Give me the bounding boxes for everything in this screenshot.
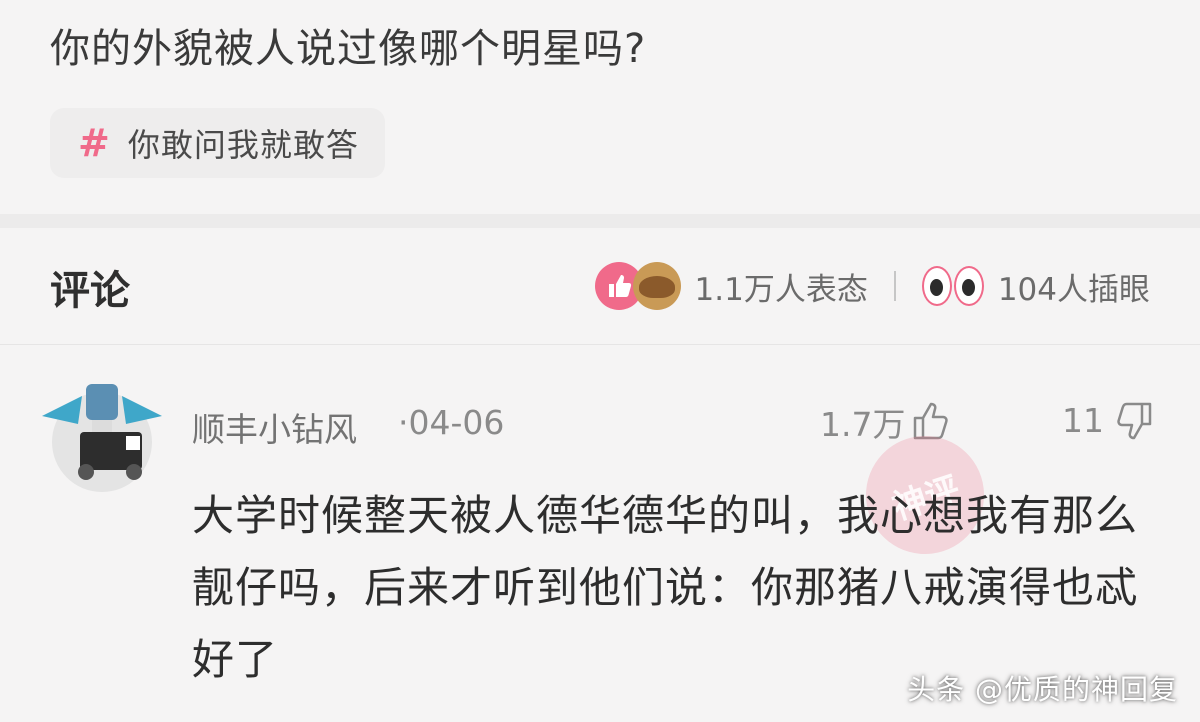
comment-text: 大学时候整天被人德华德华的叫，我心想我有那么靓仔吗，后来才听到他们说：你那猪八戒… <box>192 491 1139 684</box>
peek-count: 104人插眼 <box>997 271 1150 308</box>
eyes-icon <box>921 266 986 306</box>
thumbs-down-outline-icon <box>1117 402 1152 440</box>
section-divider-band <box>0 214 1200 228</box>
dislike-count: 11 <box>1062 400 1104 440</box>
reactions-count: 1.1万人表态 <box>694 271 868 308</box>
topic-tag-label: 你敢问我就敢答 <box>127 126 359 164</box>
comment-username[interactable]: 顺丰小钻风 <box>192 403 357 451</box>
comment-date: ·04-06 <box>398 403 505 442</box>
watermark: 头条 @优质的神回复 <box>907 673 1178 706</box>
hashtag-icon: # <box>78 121 110 165</box>
stats-separator <box>893 271 896 301</box>
topic-tag[interactable]: # 你敢问我就敢答 <box>50 108 385 178</box>
question-title: 你的外貌被人说过像哪个明星吗? <box>50 26 647 72</box>
comments-title: 评论 <box>50 268 130 314</box>
dislike-button[interactable]: 11 <box>1062 398 1156 442</box>
reaction-stats[interactable]: 1.1万人表态 104人插眼 <box>594 258 1150 314</box>
like-count: 1.7万 <box>820 405 906 444</box>
header-divider <box>0 344 1200 345</box>
reaction-emoji-icon <box>632 262 681 310</box>
avatar[interactable] <box>42 376 162 496</box>
